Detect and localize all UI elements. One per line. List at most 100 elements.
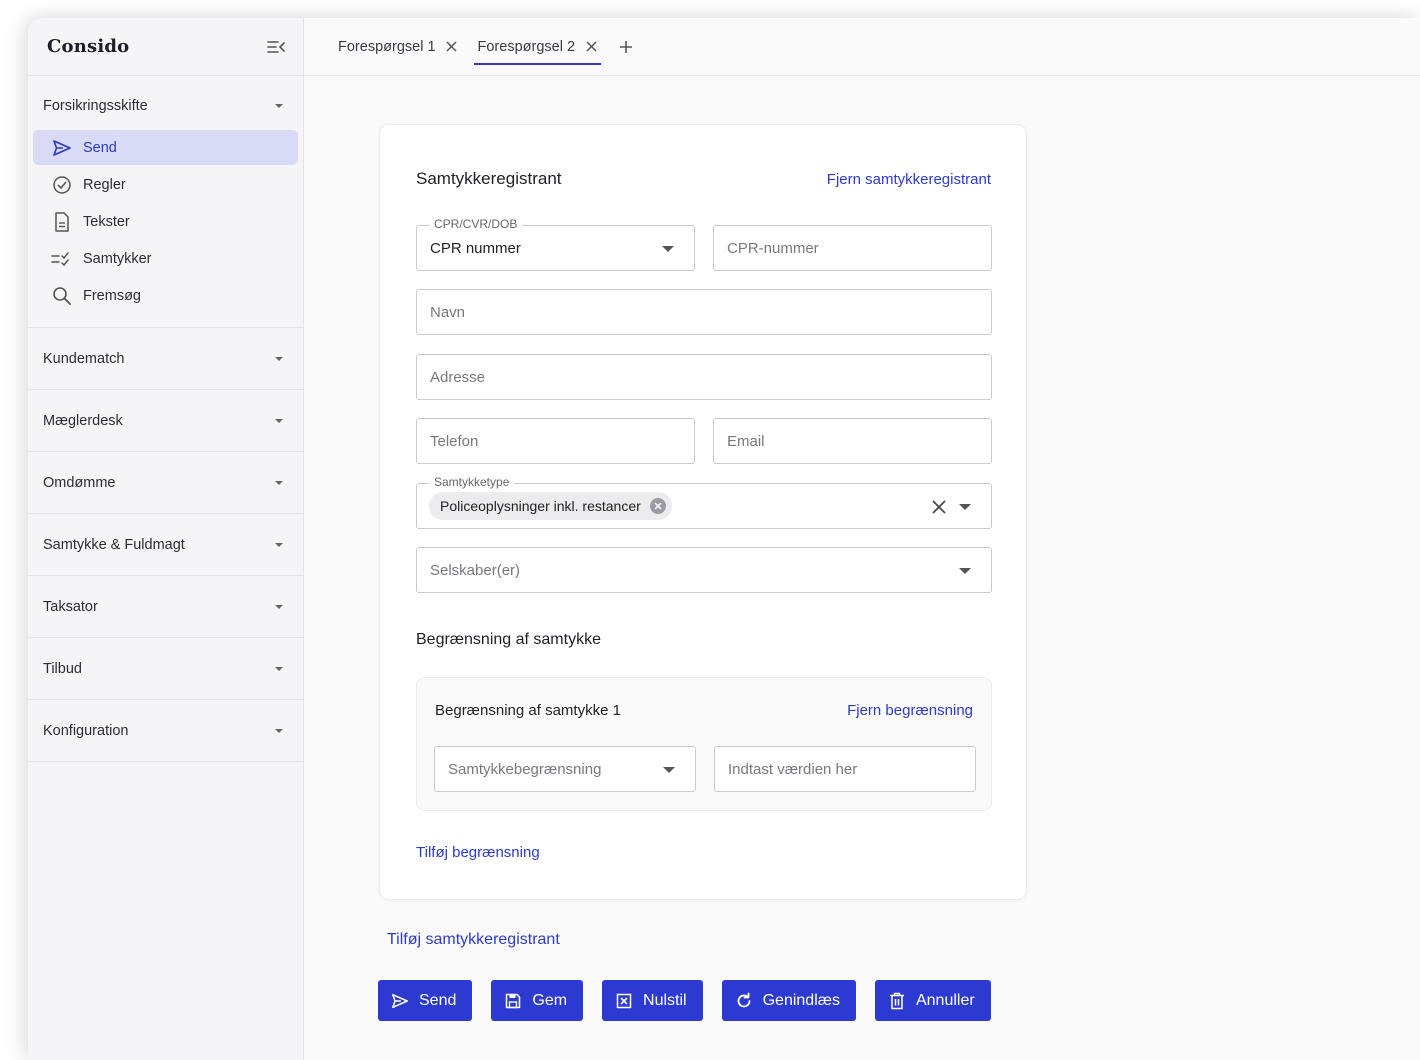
sidebar-group-header[interactable]: Forsikringsskifte (28, 76, 303, 136)
dropdown-arrow-icon[interactable] (959, 504, 971, 510)
sidebar: Consido Forsikringsskifte Send Regler Te… (28, 18, 304, 1060)
document-icon (51, 211, 73, 233)
sidebar-group-label: Samtykke & Fuldmagt (43, 536, 185, 553)
caret-down-icon (275, 666, 283, 671)
caret-down-icon (275, 418, 283, 423)
search-icon (51, 285, 73, 307)
send-icon (391, 992, 409, 1010)
close-icon[interactable] (446, 41, 458, 53)
caret-down-icon (275, 480, 283, 485)
sidebar-item-label: Fremsøg (83, 287, 141, 304)
check-circle-icon (51, 174, 73, 196)
limit-title: Begrænsning af samtykke 1 (435, 702, 621, 719)
name-placeholder: Navn (430, 303, 466, 321)
limit-type-placeholder: Samtykkebegrænsning (448, 760, 602, 778)
send-icon (51, 137, 73, 159)
add-limit-link[interactable]: Tilføj begrænsning (416, 844, 540, 861)
remove-limit-link[interactable]: Fjern begrænsning (847, 702, 973, 719)
address-placeholder: Adresse (430, 368, 486, 386)
reload-label: Genindlæs (762, 991, 840, 1009)
sidebar-group-label: Forsikringsskifte (43, 98, 148, 114)
sidebar-group-tilbud: Tilbud (28, 638, 303, 700)
sidebar-item-regler[interactable]: Regler (33, 167, 298, 202)
caret-down-icon (275, 104, 283, 108)
caret-down-icon (275, 356, 283, 361)
sidebar-item-label: Tekster (83, 213, 130, 230)
dropdown-arrow-icon (662, 246, 674, 252)
caret-down-icon (275, 728, 283, 733)
sidebar-group-label: Kundematch (43, 350, 125, 367)
card-title: Samtykkeregistrant (416, 169, 562, 188)
sidebar-group-header[interactable]: Samtykke & Fuldmagt (28, 514, 303, 575)
send-button[interactable]: Send (378, 980, 473, 1021)
clear-selection-icon[interactable] (931, 499, 947, 515)
cancel-label: Annuller (915, 991, 975, 1009)
remove-registrant-link[interactable]: Fjern samtykkeregistrant (827, 171, 991, 188)
dropdown-arrow-icon (663, 767, 675, 773)
app-window: Consido Forsikringsskifte Send Regler Te… (28, 18, 1420, 1060)
sidebar-group-konfiguration: Konfiguration (28, 700, 303, 762)
sidebar-header: Consido (28, 18, 303, 76)
sidebar-group-header[interactable]: Kundematch (28, 328, 303, 389)
consent-limit-box: Begrænsning af samtykke 1 Fjern begrænsn… (416, 677, 992, 811)
add-tab-plus-icon[interactable] (619, 18, 633, 75)
sidebar-item-label: Regler (83, 176, 126, 193)
address-input[interactable]: Adresse (416, 354, 992, 400)
action-bar: Send Gem Nulstil Genindlæs Annuller (378, 980, 1010, 1021)
sidebar-group-label: Omdømme (43, 474, 116, 491)
chip-label: Policeoplysninger inkl. restancer (440, 498, 641, 514)
sidebar-group-label: Taksator (43, 598, 98, 615)
chip-remove-icon[interactable] (649, 498, 666, 514)
sidebar-item-samtykker[interactable]: Samtykker (33, 241, 298, 276)
reload-button[interactable]: Genindlæs (721, 980, 856, 1021)
add-registrant-link[interactable]: Tilføj samtykkeregistrant (387, 931, 560, 949)
limit-type-select[interactable]: Samtykkebegrænsning (434, 746, 696, 792)
sidebar-item-fremsog[interactable]: Fremsøg (33, 278, 298, 313)
save-icon (504, 992, 522, 1010)
sidebar-item-label: Samtykker (83, 250, 152, 267)
id-type-select[interactable]: CPR/CVR/DOB CPR nummer (416, 217, 695, 271)
email-input[interactable]: Email (713, 418, 992, 464)
tab-forespoergsel-2[interactable]: Forespørgsel 2 (473, 18, 601, 75)
sidebar-item-send[interactable]: Send (33, 130, 298, 165)
companies-select[interactable]: Selskaber(er) (416, 547, 992, 593)
collapse-menu-icon[interactable] (265, 36, 287, 58)
tab-bar: Forespørgsel 1 Forespørgsel 2 (304, 18, 1420, 76)
limit-value-placeholder: Indtast værdien her (728, 760, 858, 778)
tab-label: Forespørgsel 1 (338, 38, 436, 55)
sidebar-group-header[interactable]: Taksator (28, 576, 303, 637)
save-label: Gem (532, 991, 568, 1009)
cancel-button[interactable]: Annuller (874, 980, 991, 1021)
companies-placeholder: Selskaber(er) (430, 561, 521, 579)
reset-button[interactable]: Nulstil (602, 980, 703, 1021)
caret-down-icon (275, 542, 283, 547)
sidebar-group-header[interactable]: Omdømme (28, 452, 303, 513)
sidebar-group-label: Tilbud (43, 660, 82, 677)
phone-placeholder: Telefon (430, 432, 479, 450)
consent-type-label: Samtykketype (429, 475, 515, 489)
sidebar-group-forsikringsskifte: Forsikringsskifte Send Regler Tekster Sa… (28, 76, 303, 328)
dropdown-arrow-icon (959, 568, 971, 574)
cpr-input[interactable]: CPR-nummer (713, 225, 992, 271)
sidebar-group-label: Konfiguration (43, 722, 129, 739)
name-input[interactable]: Navn (416, 289, 992, 335)
consent-registrant-card: Samtykkeregistrant Fjern samtykkeregistr… (379, 124, 1027, 900)
consent-type-chip: Policeoplysninger inkl. restancer (429, 492, 672, 520)
id-type-label: CPR/CVR/DOB (429, 217, 523, 231)
sidebar-group-header[interactable]: Mæglerdesk (28, 390, 303, 451)
sidebar-group-kundematch: Kundematch (28, 328, 303, 390)
phone-input[interactable]: Telefon (416, 418, 695, 464)
sidebar-item-tekster[interactable]: Tekster (33, 204, 298, 239)
consent-type-select[interactable]: Samtykketype Policeoplysninger inkl. res… (416, 475, 992, 529)
sidebar-group-header[interactable]: Konfiguration (28, 700, 303, 761)
tab-label: Forespørgsel 2 (477, 38, 576, 55)
reset-icon (615, 992, 633, 1010)
sidebar-group-samtykke-fuldmagt: Samtykke & Fuldmagt (28, 514, 303, 576)
checklist-icon (51, 248, 73, 270)
reload-icon (735, 992, 753, 1010)
limit-value-input[interactable]: Indtast værdien her (714, 746, 976, 792)
tab-forespoergsel-1[interactable]: Forespørgsel 1 (338, 18, 458, 75)
close-icon[interactable] (585, 41, 597, 53)
sidebar-group-header[interactable]: Tilbud (28, 638, 303, 699)
save-button[interactable]: Gem (491, 980, 584, 1021)
